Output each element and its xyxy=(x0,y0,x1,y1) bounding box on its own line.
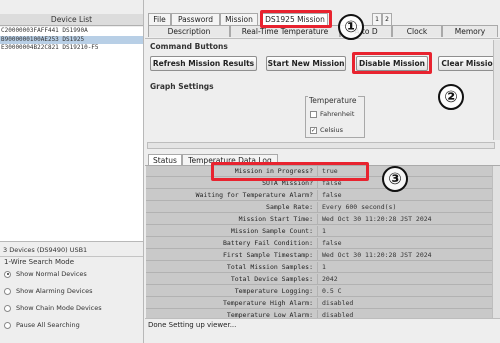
status-row-label: Mission Sample Count: xyxy=(146,226,318,236)
badge-step-2: ② xyxy=(438,84,464,110)
radio-show-normal-devices[interactable]: Show Normal Devices xyxy=(4,266,87,282)
status-table-row: Temperature Logging: 0.5 C xyxy=(146,286,492,297)
tab-extra-2[interactable]: 2 xyxy=(382,13,392,25)
status-table-row: Total Mission Samples: 1 xyxy=(146,262,492,273)
radio-label: Show Normal Devices xyxy=(16,270,87,278)
status-table-row: SUTA Mission? false xyxy=(146,178,492,189)
status-row-value: false xyxy=(322,239,342,247)
tab-file[interactable]: File xyxy=(148,13,171,25)
vertical-scrollbar-bottom[interactable] xyxy=(492,166,500,318)
status-row-value: 2042 xyxy=(322,275,338,283)
device-list-item[interactable]: C20000003FAFF441 DS1990A xyxy=(0,27,143,36)
tab-password[interactable]: Password xyxy=(171,13,220,25)
status-table-row: Mission in Progress? true xyxy=(146,166,492,177)
radio-icon[interactable] xyxy=(4,287,11,295)
search-mode-title: 1-Wire Search Mode xyxy=(4,258,75,266)
status-table-row: Temperature Low Alarm: disabled xyxy=(146,310,492,318)
status-row-value: disabled xyxy=(322,299,354,307)
tab-memory[interactable]: Memory xyxy=(442,25,498,37)
checkbox-unchecked-icon[interactable] xyxy=(310,110,317,118)
status-row-label: Total Device Samples: xyxy=(146,274,318,284)
radio-pause-all-searching[interactable]: Pause All Searching xyxy=(4,317,80,333)
status-row-label: Battery Fail Condition: xyxy=(146,238,318,248)
radio-selected-icon[interactable] xyxy=(4,270,11,278)
refresh-mission-results-button[interactable]: Refresh Mission Results xyxy=(150,56,257,71)
radio-show-chain-mode-devices[interactable]: Show Chain Mode Devices xyxy=(4,300,102,316)
status-table-row: Battery Fail Condition: false xyxy=(146,238,492,249)
radio-icon[interactable] xyxy=(4,321,11,329)
status-table-row: Sample Rate: Every 600 second(s) xyxy=(146,202,492,213)
status-row-label: SUTA Mission? xyxy=(146,178,318,188)
celsius-checkbox[interactable]: ✓ Celsius xyxy=(310,125,343,135)
status-row-label: Waiting for Temperature Alarm? xyxy=(146,190,318,200)
checkbox-label: Fahrenheit xyxy=(320,110,355,118)
status-table-row: Temperature High Alarm: disabled xyxy=(146,298,492,309)
badge-step-1: ① xyxy=(338,14,364,40)
graph-settings-header: Graph Settings xyxy=(150,82,214,91)
tab-ds1925-mission[interactable]: DS1925 Mission xyxy=(262,13,328,25)
device-list[interactable]: C20000003FAFF441 DS1990A B9000000100AE25… xyxy=(0,27,143,242)
status-row-value: 1 xyxy=(322,227,326,235)
tab-mission[interactable]: Mission xyxy=(220,13,258,25)
status-row-label: Temperature Logging: xyxy=(146,286,318,296)
status-row-value: Wed Oct 30 11:20:28 JST 2024 xyxy=(322,215,432,223)
radio-label: Show Chain Mode Devices xyxy=(16,304,102,312)
start-new-mission-button[interactable]: Start New Mission xyxy=(266,56,346,71)
status-row-value: 0.5 C xyxy=(322,287,342,295)
status-row-label: Total Mission Samples: xyxy=(146,262,318,272)
status-row-value: Wed Oct 30 11:20:28 JST 2024 xyxy=(322,251,432,259)
mission-status-table: Mission in Progress? true SUTA Mission? fal… xyxy=(146,166,492,318)
status-table-row: Mission Start Time: Wed Oct 30 11:20:28 J… xyxy=(146,214,492,225)
tab-description[interactable]: Description xyxy=(148,25,230,37)
status-table-row: Total Device Samples: 2042 xyxy=(146,274,492,285)
radio-icon[interactable] xyxy=(4,304,11,312)
status-row-value: 1 xyxy=(322,263,326,271)
horizontal-scrollbar[interactable] xyxy=(147,142,495,149)
status-row-label: Mission in Progress? xyxy=(146,166,318,176)
device-list-item[interactable]: E30000004B22C821 DS19210-F5 xyxy=(0,44,143,53)
radio-label: Show Alarming Devices xyxy=(16,287,93,295)
status-table-row: First Sample Timestamp: Wed Oct 30 11:20:… xyxy=(146,250,492,261)
fahrenheit-checkbox[interactable]: Fahrenheit xyxy=(310,109,354,119)
radio-label: Pause All Searching xyxy=(16,321,80,329)
status-row-label: First Sample Timestamp: xyxy=(146,250,318,260)
status-bar-text: Done Setting up viewer... xyxy=(148,321,237,329)
checkbox-label: Celsius xyxy=(320,126,344,134)
disable-mission-button[interactable]: Disable Mission xyxy=(356,56,428,71)
vertical-scrollbar-top[interactable] xyxy=(493,40,500,140)
status-row-label: Temperature High Alarm: xyxy=(146,298,318,308)
radio-show-alarming-devices[interactable]: Show Alarming Devices xyxy=(4,283,92,299)
temperature-group-title: Temperature xyxy=(308,96,358,105)
status-row-label: Sample Rate: xyxy=(146,202,318,212)
status-row-value: Every 600 second(s) xyxy=(322,203,397,211)
clear-mission-button[interactable]: Clear Missio xyxy=(438,56,496,71)
checkbox-checked-icon[interactable]: ✓ xyxy=(310,126,317,134)
status-row-value: disabled xyxy=(322,311,354,318)
status-row-label: Mission Start Time: xyxy=(146,214,318,224)
device-count: 3 Devices (DS9490) USB1 xyxy=(3,246,88,254)
badge-step-3: ③ xyxy=(382,166,408,192)
device-list-item-selected[interactable]: B9000000100AE253 DS1925 xyxy=(0,35,143,44)
status-row-label: Temperature Low Alarm: xyxy=(146,310,318,318)
tab-clock[interactable]: Clock xyxy=(392,25,442,37)
device-list-header: Device List xyxy=(0,14,143,26)
tab-extra-1[interactable]: 1 xyxy=(372,13,382,25)
status-row-value: false xyxy=(322,191,342,199)
tab-real-time-temperature[interactable]: Real-Time Temperature xyxy=(230,25,340,37)
command-buttons-header: Command Buttons xyxy=(150,42,228,51)
status-table-row: Mission Sample Count: 1 xyxy=(146,226,492,237)
status-table-row: Waiting for Temperature Alarm? false xyxy=(146,190,492,201)
